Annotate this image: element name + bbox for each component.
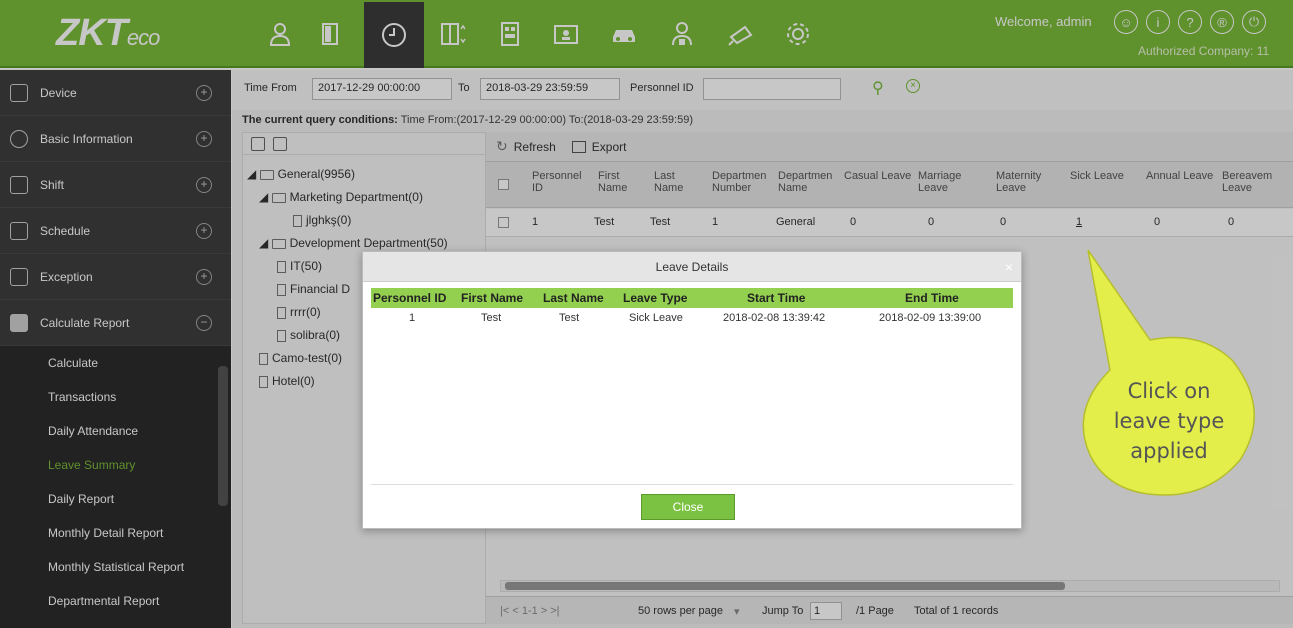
callout-line-2: leave type <box>1113 409 1225 433</box>
leave-details-header: Personnel ID First Name Last Name Leave … <box>371 288 1013 308</box>
col-last-name: Last Name <box>543 291 604 305</box>
dialog-footer-divider <box>371 484 1013 485</box>
leave-details-table: Personnel ID First Name Last Name Leave … <box>371 288 1013 328</box>
col-first-name: First Name <box>461 291 524 305</box>
close-button[interactable]: Close <box>641 494 735 520</box>
col-start-time: Start Time <box>747 291 806 305</box>
col-leave-type: Leave Type <box>623 291 688 305</box>
cell-leave-type: Sick Leave <box>629 312 683 324</box>
callout-line-3: applied <box>1130 439 1208 463</box>
dialog-title: Leave Details × <box>363 252 1021 282</box>
col-personnel-id: Personnel ID <box>373 291 447 305</box>
cell-end-time: 2018-02-09 13:39:00 <box>879 312 982 324</box>
close-icon[interactable]: × <box>1005 252 1013 282</box>
cell-personnel-id: 1 <box>409 312 416 324</box>
cell-last-name: Test <box>559 312 580 324</box>
col-end-time: End Time <box>905 291 959 305</box>
callout-line-1: Click on <box>1127 379 1211 403</box>
leave-details-dialog: Leave Details × Personnel ID First Name L… <box>362 251 1022 529</box>
callout-text: Click on leave type applied <box>1104 376 1234 466</box>
dialog-title-text: Leave Details <box>655 260 729 274</box>
leave-details-row: 1 Test Test Sick Leave 2018-02-08 13:39:… <box>371 308 1013 328</box>
cell-first-name: Test <box>481 312 502 324</box>
cell-start-time: 2018-02-08 13:39:42 <box>723 312 826 324</box>
